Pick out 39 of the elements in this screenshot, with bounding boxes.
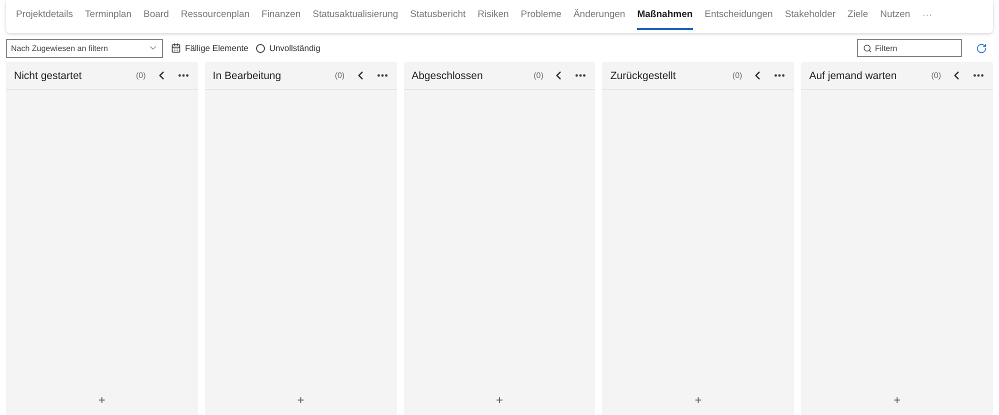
tab[interactable]: Nutzen xyxy=(880,0,910,30)
column-title: In Bearbeitung xyxy=(212,70,282,82)
tab[interactable]: Ziele xyxy=(848,0,868,30)
add-item-button[interactable]: + xyxy=(492,393,507,407)
search-field[interactable]: Filtern xyxy=(857,39,962,57)
tab[interactable]: Probleme xyxy=(520,0,562,30)
tab[interactable]: Terminplan xyxy=(85,0,132,30)
incomplete-radio[interactable] xyxy=(256,44,266,52)
more-tabs-button[interactable]: ··· xyxy=(922,0,932,30)
tab[interactable]: Ressourcenplan xyxy=(180,0,250,30)
tab[interactable]: Statusaktualisierung xyxy=(312,0,398,30)
column-title: Zurückgestellt xyxy=(610,70,677,82)
incomplete-label: Unvollständig xyxy=(269,43,320,53)
search-icon xyxy=(863,44,872,52)
tab[interactable]: Statusbericht xyxy=(410,0,466,30)
column-title: Auf jemand warten xyxy=(809,70,898,82)
item-count: (0) xyxy=(136,71,146,80)
tab[interactable]: Stakeholder xyxy=(784,0,836,30)
assignee-filter-dropdown[interactable]: Nach Zugewiesen an filtern xyxy=(6,38,163,58)
tab[interactable]: Projektdetails xyxy=(16,0,74,30)
tab[interactable]: Maßnahmen xyxy=(637,0,693,30)
tab[interactable]: Entscheidungen xyxy=(704,0,773,30)
add-item-button[interactable]: + xyxy=(690,393,706,407)
tab[interactable]: Risiken xyxy=(478,0,509,30)
add-item-button[interactable]: + xyxy=(94,393,110,407)
tab[interactable]: Änderungen xyxy=(573,0,626,30)
item-count: (0) xyxy=(732,71,742,80)
item-count: (0) xyxy=(334,71,345,80)
column-title: Nicht gestartet xyxy=(14,70,83,82)
add-item-button[interactable]: + xyxy=(293,393,308,407)
calendar-icon xyxy=(171,43,181,53)
tab[interactable]: Finanzen xyxy=(262,0,301,30)
column-title: Abgeschlossen xyxy=(412,70,484,82)
due-items-button[interactable]: Fällige Elemente xyxy=(171,43,248,53)
tab[interactable]: Board xyxy=(144,0,169,30)
item-count: (0) xyxy=(931,71,941,80)
item-count: (0) xyxy=(534,71,544,80)
refresh-icon[interactable] xyxy=(976,42,987,54)
add-item-button[interactable]: + xyxy=(890,393,905,407)
